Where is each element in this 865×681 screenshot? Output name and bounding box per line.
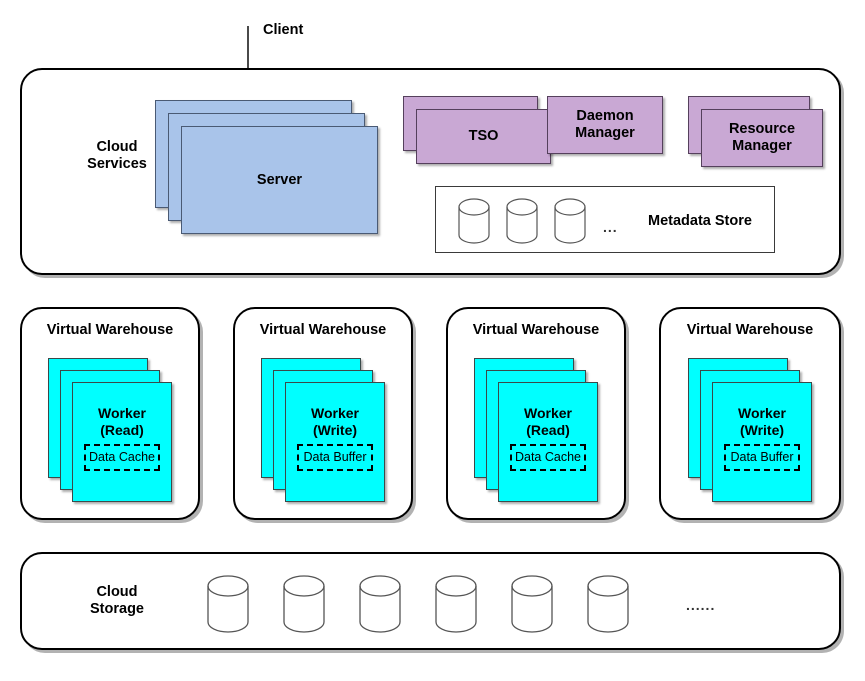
tso-stack: TSO [403,96,553,171]
resource-manager-label: Resource Manager [728,121,796,154]
metadata-cylinder-1 [457,198,491,244]
data-cache-box-1[interactable]: Data Cache [84,444,160,471]
cloud-storage-label: Cloud Storage [90,584,144,618]
worker-2-title: Worker (Write) [311,405,359,438]
worker-4-title: Worker (Write) [738,405,786,438]
metadata-store-label: Metadata Store [648,213,752,229]
worker-card-4-front[interactable]: Worker (Write) Data Buffer [712,382,812,502]
server-label: Server [256,171,303,188]
architecture-diagram: Client Cloud Services Server TSO Daemon … [0,0,865,681]
storage-cylinder-4 [433,575,479,633]
data-buffer-label-4: Data Buffer [730,450,794,465]
virtual-warehouse-2-label: Virtual Warehouse [259,322,387,338]
server-stack: Server [155,100,380,245]
data-cache-box-3[interactable]: Data Cache [510,444,586,471]
server-card-front[interactable]: Server [181,126,378,234]
metadata-cylinder-2 [505,198,539,244]
tso-label: TSO [468,128,499,145]
resource-manager-stack: Resource Manager [688,96,838,174]
worker-stack-1: Worker (Read) Data Cache [48,358,183,503]
storage-cylinder-3 [357,575,403,633]
data-cache-label-3: Data Cache [514,450,581,465]
data-buffer-box-2[interactable]: Data Buffer [297,444,373,471]
storage-cylinder-1 [205,575,251,633]
worker-3-title: Worker (Read) [524,405,572,438]
data-buffer-box-4[interactable]: Data Buffer [724,444,800,471]
worker-card-3-front[interactable]: Worker (Read) Data Cache [498,382,598,502]
storage-cylinder-6 [585,575,631,633]
metadata-cylinder-3 [553,198,587,244]
storage-cylinder-2 [281,575,327,633]
daemon-manager-stack: Daemon Manager [547,96,682,166]
worker-card-2-front[interactable]: Worker (Write) Data Buffer [285,382,385,502]
virtual-warehouse-1-label: Virtual Warehouse [46,322,174,338]
daemon-manager-label: Daemon Manager [575,108,635,141]
data-cache-label-1: Data Cache [88,450,155,465]
tso-card-front[interactable]: TSO [416,109,551,164]
worker-1-title: Worker (Read) [98,405,146,438]
storage-cylinder-5 [509,575,555,633]
virtual-warehouse-4-label: Virtual Warehouse [686,322,814,338]
worker-card-1-front[interactable]: Worker (Read) Data Cache [72,382,172,502]
virtual-warehouse-3-label: Virtual Warehouse [472,322,600,338]
worker-stack-2: Worker (Write) Data Buffer [261,358,396,503]
resource-manager-card-front[interactable]: Resource Manager [701,109,823,167]
worker-stack-4: Worker (Write) Data Buffer [688,358,823,503]
daemon-manager-card[interactable]: Daemon Manager [547,96,663,154]
metadata-store-ellipsis: ... [603,219,618,235]
worker-stack-3: Worker (Read) Data Cache [474,358,609,503]
client-label: Client [263,22,304,38]
cloud-storage-ellipsis: ...... [686,597,716,613]
data-buffer-label-2: Data Buffer [303,450,367,465]
